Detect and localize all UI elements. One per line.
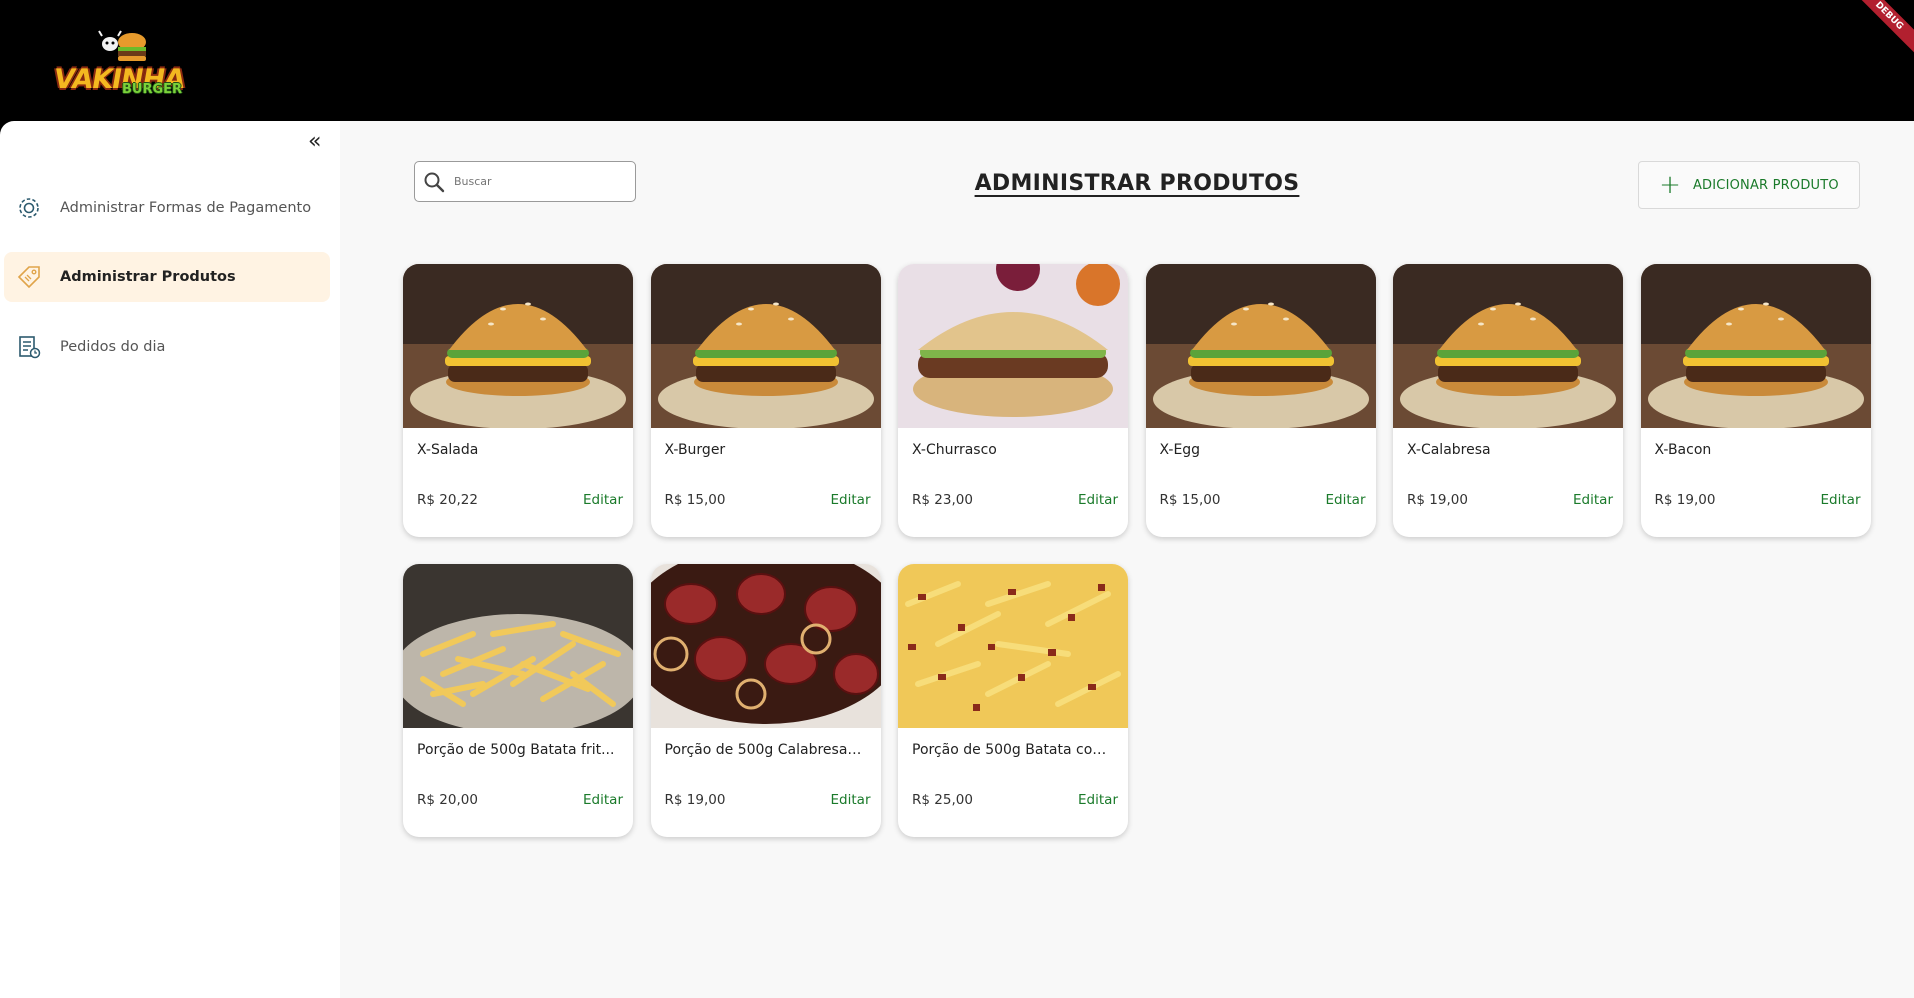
- product-card[interactable]: X-Churrasco R$ 23,00 Editar: [898, 264, 1128, 537]
- product-price: R$ 23,00: [912, 492, 973, 508]
- product-price: R$ 19,00: [664, 792, 726, 808]
- add-product-label: ADICIONAR PRODUTO: [1692, 177, 1839, 193]
- product-card[interactable]: Porção de 500g Calabresa ... R$ 19,00 Ed…: [650, 564, 881, 837]
- product-image: [1640, 264, 1871, 428]
- product-price: R$ 19,00: [1407, 492, 1468, 508]
- product-image: [650, 264, 881, 428]
- plus-icon: +: [1659, 170, 1681, 200]
- product-name: Porção de 500g Batata frit...: [417, 742, 615, 758]
- product-image: [403, 564, 633, 728]
- sidebar-item-label: Pedidos do dia: [60, 339, 166, 355]
- product-image: [898, 564, 1128, 728]
- product-image: [650, 564, 881, 728]
- product-price: R$ 19,00: [1654, 492, 1716, 508]
- sidebar-item-label: Administrar Produtos: [60, 269, 236, 285]
- product-card[interactable]: X-Calabresa R$ 19,00 Editar: [1393, 264, 1623, 537]
- product-name: X-Bacon: [1654, 442, 1712, 458]
- product-card[interactable]: Porção de 500g Batata com... R$ 25,00 Ed…: [898, 564, 1128, 837]
- product-image: [403, 264, 633, 428]
- product-card[interactable]: X-Bacon R$ 19,00 Editar: [1640, 264, 1871, 537]
- edit-product-button[interactable]: Editar: [1821, 492, 1861, 508]
- product-price: R$ 20,00: [417, 792, 478, 808]
- product-image: [898, 264, 1128, 428]
- logo-subtitle: BURGER: [122, 82, 183, 97]
- vakinha-burger-logo: VAKINHA BURGER: [51, 30, 192, 102]
- main-content: ADMINISTRAR PRODUTOS + ADICIONAR PRODUTO…: [340, 121, 1914, 998]
- product-name: X-Churrasco: [912, 442, 997, 458]
- product-card[interactable]: X-Egg R$ 15,00 Editar: [1145, 264, 1376, 537]
- product-name: X-Calabresa: [1407, 442, 1491, 458]
- edit-product-button[interactable]: Editar: [1078, 792, 1118, 808]
- tag-icon: [16, 264, 42, 290]
- sidebar-item-products[interactable]: Administrar Produtos: [4, 252, 330, 302]
- product-card[interactable]: Porção de 500g Batata frit... R$ 20,00 E…: [403, 564, 633, 837]
- product-price: R$ 15,00: [1159, 492, 1221, 508]
- product-price: R$ 25,00: [912, 792, 973, 808]
- product-price: R$ 15,00: [664, 492, 726, 508]
- edit-product-button[interactable]: Editar: [1078, 492, 1118, 508]
- sidebar-item-payment-methods[interactable]: Administrar Formas de Pagamento: [4, 183, 330, 233]
- product-name: Porção de 500g Calabresa ...: [664, 742, 865, 758]
- product-name: X-Salada: [417, 442, 479, 458]
- edit-product-button[interactable]: Editar: [1573, 492, 1613, 508]
- sidebar-item-daily-orders[interactable]: Pedidos do dia: [4, 322, 330, 372]
- product-name: X-Egg: [1159, 442, 1201, 458]
- product-card[interactable]: X-Burger R$ 15,00 Editar: [650, 264, 881, 537]
- edit-product-button[interactable]: Editar: [831, 492, 871, 508]
- orders-icon: [16, 334, 42, 360]
- product-name: Porção de 500g Batata com...: [912, 742, 1112, 758]
- edit-product-button[interactable]: Editar: [1326, 492, 1366, 508]
- product-image: [1393, 264, 1623, 428]
- gear-icon: [16, 195, 42, 221]
- collapse-sidebar-icon[interactable]: «: [308, 129, 321, 154]
- edit-product-button[interactable]: Editar: [583, 492, 623, 508]
- product-name: X-Burger: [664, 442, 726, 458]
- edit-product-button[interactable]: Editar: [583, 792, 623, 808]
- top-app-bar: VAKINHA BURGER DEBUG: [0, 0, 1914, 121]
- sidebar-item-label: Administrar Formas de Pagamento: [60, 200, 312, 216]
- add-product-button[interactable]: + ADICIONAR PRODUTO: [1638, 161, 1860, 209]
- sidebar: « Administrar Formas de Pagamento Admini…: [0, 121, 340, 998]
- product-card[interactable]: X-Salada R$ 20,22 Editar: [403, 264, 633, 537]
- product-image: [1145, 264, 1376, 428]
- edit-product-button[interactable]: Editar: [831, 792, 871, 808]
- product-price: R$ 20,22: [417, 492, 478, 508]
- debug-banner: DEBUG: [1844, 0, 1914, 61]
